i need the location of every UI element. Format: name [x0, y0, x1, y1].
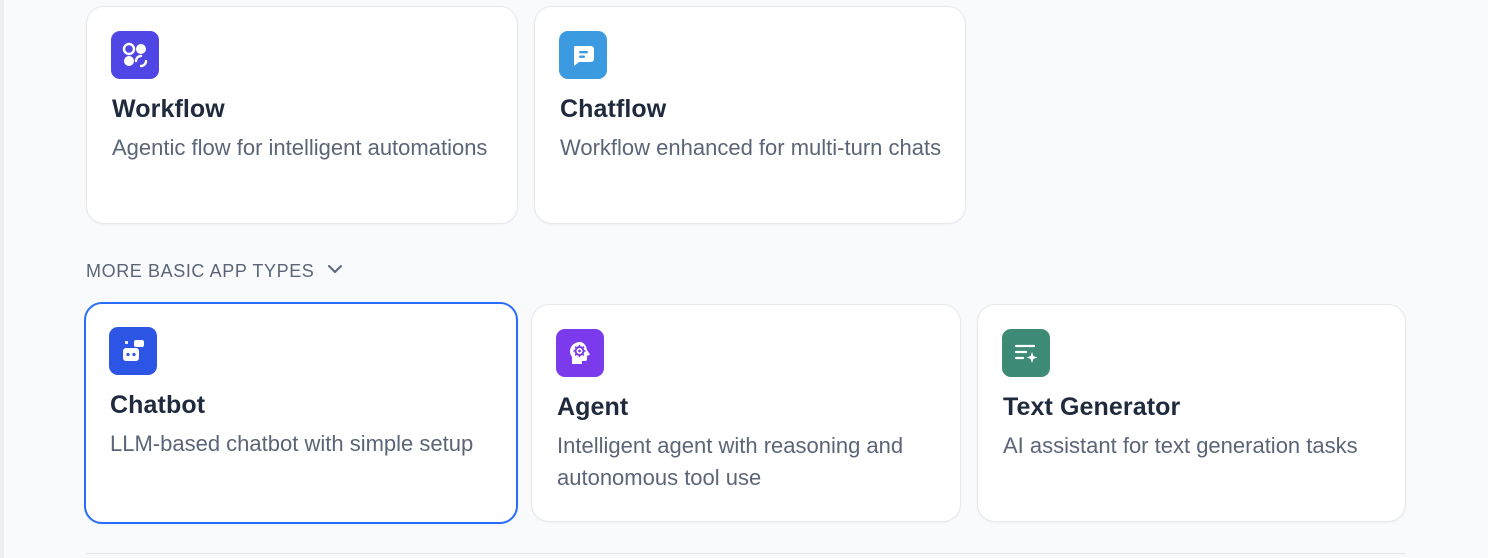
app-card-text-generator[interactable]: Text Generator AI assistant for text gen…	[977, 304, 1406, 522]
panel-edge	[0, 0, 4, 558]
app-card-chatbot[interactable]: Chatbot LLM-based chatbot with simple se…	[84, 302, 518, 524]
app-card-description: AI assistant for text generation tasks	[1003, 433, 1358, 458]
section-divider	[86, 553, 1406, 554]
app-card-description: Workflow enhanced for multi-turn chats	[560, 135, 942, 160]
app-card-agent[interactable]: Agent Intelligent agent with reasoning a…	[531, 304, 961, 522]
app-card-title: Chatflow	[560, 95, 667, 123]
text-generator-icon	[1002, 329, 1050, 377]
chatflow-icon	[559, 31, 607, 79]
chatbot-icon	[109, 327, 157, 375]
app-card-workflow[interactable]: Workflow Agentic flow for intelligent au…	[86, 6, 518, 224]
chevron-down-icon	[326, 260, 344, 283]
app-card-description: Intelligent agent with reasoning and aut…	[557, 433, 904, 490]
app-card-description: Agentic flow for intelligent automations	[112, 135, 488, 160]
app-card-title: Workflow	[112, 95, 225, 123]
agent-icon	[556, 329, 604, 377]
app-card-chatflow[interactable]: Chatflow Workflow enhanced for multi-tur…	[534, 6, 966, 224]
more-basic-app-types-toggle[interactable]: MORE BASIC APP TYPES	[86, 260, 344, 283]
app-card-title: Chatbot	[110, 391, 206, 419]
app-card-title: Agent	[557, 393, 629, 421]
section-label: MORE BASIC APP TYPES	[86, 261, 315, 281]
workflow-icon	[111, 31, 159, 79]
app-card-title: Text Generator	[1003, 393, 1181, 421]
app-card-description: LLM-based chatbot with simple setup	[110, 431, 474, 456]
